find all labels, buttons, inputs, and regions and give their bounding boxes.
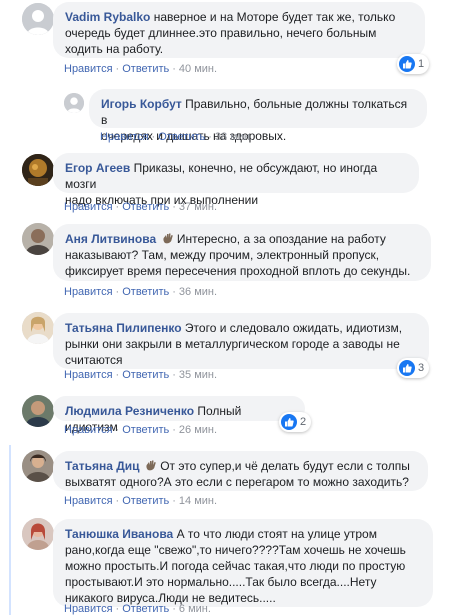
comment-actions: Нравится · Ответить · 37 мин. [64, 201, 218, 213]
comment-text: можно простыть.И погода сейчас такая,что… [65, 559, 406, 573]
avatar[interactable] [22, 223, 54, 255]
avatar[interactable] [22, 450, 54, 482]
timestamp[interactable]: 40 мин. [179, 63, 217, 75]
comment-bubble: Танюшка Иванова А то что люди стоят на у… [53, 519, 433, 607]
reaction-count: 3 [418, 362, 425, 374]
comment-text: Этого и следовало ожидать, идиотизм, [184, 321, 403, 335]
reply-button[interactable]: Ответить [122, 63, 169, 75]
avatar[interactable] [22, 154, 54, 186]
waving-hand-icon [162, 233, 173, 244]
comment-bubble: Людмила Резниченко Полный идиотизм [53, 396, 305, 434]
reply-button[interactable]: Ответить [122, 286, 169, 298]
like-button[interactable]: Нравится [64, 369, 113, 381]
reactions-badge[interactable]: 3 [397, 358, 430, 378]
timestamp[interactable]: 26 мин. [179, 424, 217, 436]
reply-button[interactable]: Ответить [122, 369, 169, 381]
reply-button[interactable]: Ответить [122, 495, 169, 507]
profile-photo-icon [22, 154, 54, 186]
timestamp[interactable]: 6 мин. [179, 603, 211, 615]
comment-bubble: Татьяна Пилипенко Этого и следовало ожид… [53, 313, 429, 369]
comment-bubble: Аня Литвинова Интересно, а за опоздание … [53, 224, 431, 281]
like-button[interactable]: Нравится [64, 603, 113, 615]
comment-text: Интересно, а за опоздание на работу [176, 232, 386, 246]
default-avatar-icon [64, 93, 84, 113]
profile-photo-icon [22, 395, 54, 427]
comment-text: А то что люди стоят на улице утром [176, 527, 377, 541]
avatar[interactable] [22, 518, 54, 550]
timestamp[interactable]: 14 мин. [179, 495, 217, 507]
waving-hand-icon [146, 460, 156, 471]
like-button[interactable]: Нравится [64, 286, 113, 298]
like-button[interactable]: Нравится [64, 495, 113, 507]
comment-author[interactable]: Людмила Резниченко [65, 404, 194, 418]
comment-text: рано,когда еще "свежо",то ничего????Там … [65, 543, 406, 557]
comment-actions: Нравится · Ответить · 6 мин. [64, 603, 211, 615]
profile-photo-icon [22, 518, 54, 550]
like-button[interactable]: Нравится [100, 131, 149, 143]
timestamp[interactable]: 36 мин. [179, 286, 217, 298]
comment-author[interactable]: Танюшка Иванова [65, 527, 173, 541]
comment-author[interactable]: Егор Агеев [65, 161, 130, 175]
like-button[interactable]: Нравится [64, 63, 113, 75]
like-button[interactable]: Нравится [64, 201, 113, 213]
comment-text: считаются [65, 353, 123, 367]
avatar[interactable] [22, 3, 54, 35]
reactions-badge[interactable]: 2 [279, 412, 312, 432]
comment-text: От это супер,и чё делать будут если с то… [160, 459, 410, 473]
comment-text: фиксирует время пересечения проходной вп… [65, 264, 411, 278]
comment-actions: Нравится · Ответить · 26 мин. [64, 424, 218, 436]
comment-actions: Нравится · Ответить · 40 мин. [64, 63, 218, 75]
like-icon [399, 360, 415, 376]
comment-author[interactable]: Татьяна Пилипенко [65, 321, 182, 335]
avatar[interactable] [22, 312, 54, 344]
comment-text: наказывают? Там, между прочим, электронн… [65, 248, 380, 262]
comment-actions: Нравится · Ответить · 14 мин. [64, 495, 218, 507]
comment-text: ходить на работу. [65, 42, 164, 56]
reply-button[interactable]: Ответить [122, 424, 169, 436]
comment-author[interactable]: Аня Литвинова [65, 232, 156, 246]
comment-text: выхватят одного?А это если с перегаром т… [65, 475, 409, 489]
comment-author[interactable]: Игорь Корбут [101, 97, 182, 111]
timestamp[interactable]: 37 мин. [179, 201, 217, 213]
comment-bubble: Игорь Корбут Правильно, больные должны т… [89, 89, 427, 143]
comment-text: простывают.И это нормально.....Так было … [65, 575, 377, 589]
comment-actions: Нравится · Ответить · 36 мин. [64, 286, 218, 298]
comment-bubble: Егор Агеев Приказы, конечно, не обсуждаю… [53, 153, 419, 207]
reaction-count: 1 [418, 58, 425, 70]
comment-actions: Нравится · Ответить · 35 мин. [64, 369, 218, 381]
avatar[interactable] [64, 93, 84, 113]
reply-thread-line [9, 445, 11, 615]
comment-bubble: Татьяна Диц От это супер,и чё делать буд… [53, 451, 428, 491]
comment-text: рынки они закрыли в металлургическом гор… [65, 337, 400, 351]
timestamp[interactable]: 38 мин. [215, 131, 253, 143]
comment-bubble: Vadim Rybalko наверное и на Моторе будет… [53, 2, 425, 58]
timestamp[interactable]: 35 мин. [179, 369, 217, 381]
like-button[interactable]: Нравится [64, 424, 113, 436]
profile-photo-icon [22, 312, 54, 344]
default-avatar-icon [22, 3, 54, 35]
comment-text: наверное и на Моторе будет так же, тольк… [153, 10, 396, 24]
reaction-count: 2 [300, 416, 307, 428]
reply-button[interactable]: Ответить [122, 603, 169, 615]
comment-text: очередь будет длиннее.это правильно, неч… [65, 26, 377, 40]
reply-button[interactable]: Ответить [122, 201, 169, 213]
like-icon [281, 414, 297, 430]
comment-actions: Нравится · Ответить · 38 мин. [100, 131, 254, 143]
comment-author[interactable]: Татьяна Диц [65, 459, 140, 473]
profile-photo-icon [22, 450, 54, 482]
profile-photo-icon [22, 223, 54, 255]
reply-button[interactable]: Ответить [158, 131, 205, 143]
like-icon [399, 56, 415, 72]
comment-author[interactable]: Vadim Rybalko [65, 10, 150, 24]
avatar[interactable] [22, 395, 54, 427]
reactions-badge[interactable]: 1 [397, 54, 430, 74]
